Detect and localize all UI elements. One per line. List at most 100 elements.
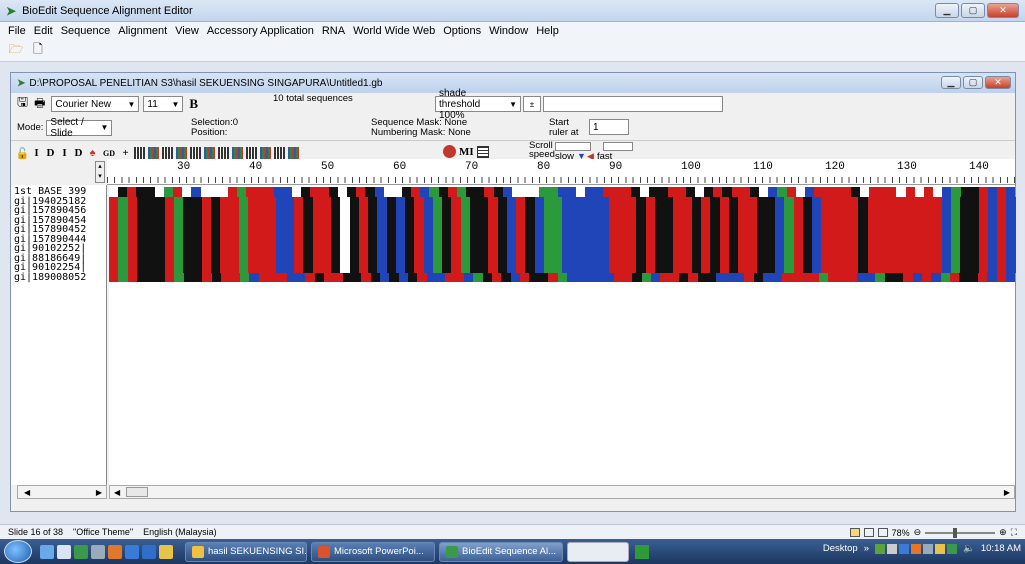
fit-window-icon[interactable]: ⛶ (1011, 527, 1017, 538)
zoom-slider[interactable] (925, 527, 996, 538)
desktop-toolbar-label[interactable]: Desktop (823, 543, 858, 554)
menu-options[interactable]: Options (439, 25, 485, 37)
nero-arrow-icon[interactable] (635, 544, 649, 559)
shade-text-icon[interactable] (274, 146, 285, 160)
menu-edit[interactable]: Edit (30, 25, 57, 37)
sequence-row[interactable] (109, 253, 1016, 263)
shade-blocks-icon[interactable] (204, 146, 215, 160)
shade-pattern-icon[interactable] (288, 146, 299, 160)
doc-maximize-button[interactable]: ▢ (963, 76, 983, 89)
maximize-button[interactable]: ▢ (961, 3, 985, 18)
shade-dots-icon[interactable] (246, 146, 257, 160)
shade-color-icon[interactable] (176, 146, 187, 160)
menu-help[interactable]: Help (532, 25, 563, 37)
scroll-left-icon[interactable]: ◀ (18, 488, 30, 497)
zoom-level[interactable]: 78% (892, 528, 910, 538)
view-sorter-icon[interactable] (863, 528, 874, 537)
tray-expand-icon[interactable]: » (864, 543, 869, 554)
delete-gap-icon[interactable]: D (73, 147, 84, 160)
view-slideshow-icon[interactable] (877, 528, 888, 537)
lock-icon[interactable]: 🔓 (16, 147, 30, 160)
sequence-row[interactable] (109, 263, 1016, 273)
sequence-row[interactable] (109, 244, 1016, 254)
tray-icons[interactable] (875, 543, 958, 554)
menu-view[interactable]: View (171, 25, 203, 37)
grid-icon[interactable] (476, 145, 489, 158)
scroll-thumb[interactable] (126, 487, 149, 497)
desktop-icon[interactable] (40, 544, 54, 559)
menu-rna[interactable]: RNA (318, 25, 349, 37)
scroll-right-icon[interactable]: ▶ (96, 488, 106, 497)
zoom-in-icon[interactable]: ⊕ (999, 527, 1007, 538)
nero-toolbar[interactable] (567, 541, 629, 562)
sequence-row[interactable] (109, 272, 1016, 282)
alignment-panel[interactable] (109, 185, 1016, 485)
task-powerpoint[interactable]: Microsoft PowerPoi... (311, 541, 435, 562)
gd-icon[interactable]: GD (101, 147, 117, 160)
doc-minimize-button[interactable]: ▁ (941, 76, 961, 89)
shade-threshold-select[interactable]: shade threshold 100% ▼ (435, 88, 521, 121)
shade-box-icon[interactable] (134, 146, 145, 160)
open-folder-icon[interactable]: 🗁 (8, 42, 24, 59)
alignment-scrollbar[interactable]: ◀ ▶ (109, 485, 1015, 499)
menu-sequence[interactable]: Sequence (57, 25, 115, 37)
insert-gap-icon[interactable]: I (59, 147, 70, 160)
ruler-stepper[interactable]: ▴ ▾ (95, 161, 105, 183)
shade-threshold-input[interactable] (543, 96, 723, 112)
doc-close-button[interactable]: ✕ (985, 76, 1011, 89)
menu-window[interactable]: Window (485, 25, 532, 37)
font-name-select[interactable]: Courier New ▼ (51, 96, 140, 112)
font-size-select[interactable]: 11 ▼ (143, 96, 184, 112)
start-ruler-input[interactable]: 1 (589, 119, 629, 135)
menu-alignment[interactable]: Alignment (114, 25, 171, 37)
shade-stripes-icon[interactable] (218, 146, 229, 160)
sequence-row[interactable] (109, 187, 1016, 197)
shade-fill-icon[interactable] (260, 146, 271, 160)
scroll-speed-slider[interactable] (555, 142, 591, 151)
menu-file[interactable]: File (4, 25, 30, 37)
minimize-button[interactable]: ▁ (935, 3, 959, 18)
explorer-icon[interactable] (57, 544, 71, 559)
stop-icon[interactable] (443, 145, 456, 158)
clock[interactable]: 10:18 AM (981, 543, 1021, 554)
scroll-speed-slider-2[interactable] (603, 142, 633, 151)
save-icon[interactable]: 🖫 (17, 93, 28, 115)
print-icon[interactable]: 🖶 (34, 94, 45, 115)
scroll-left-icon[interactable]: ◀ (110, 488, 120, 497)
shade-black-icon[interactable] (162, 146, 173, 160)
sequence-row[interactable] (109, 225, 1016, 235)
start-button[interactable] (4, 540, 32, 563)
new-document-icon[interactable]: 🗋 (30, 42, 46, 59)
chrome-icon[interactable] (159, 544, 173, 559)
app-icon[interactable] (91, 544, 105, 559)
task-bioedit[interactable]: BioEdit Sequence Al... (439, 541, 563, 562)
close-button[interactable]: ✕ (987, 3, 1019, 18)
ie-icon[interactable] (142, 544, 156, 559)
names-scrollbar[interactable]: ◀ ▶ (17, 485, 107, 499)
bold-button[interactable]: B (189, 96, 198, 112)
sequence-row[interactable] (109, 215, 1016, 225)
media-icon[interactable] (125, 544, 139, 559)
bioedit-icon[interactable] (74, 544, 88, 559)
sequence-row[interactable] (109, 196, 1016, 206)
scroll-right-icon[interactable]: ▶ (1004, 488, 1014, 497)
firefox-icon[interactable] (108, 544, 122, 559)
delete-icon[interactable]: D (45, 147, 56, 160)
mode-select[interactable]: Select / Slide ▼ (46, 117, 113, 139)
language-status[interactable]: English (Malaysia) (143, 527, 217, 537)
shade-bars-icon[interactable] (190, 146, 201, 160)
shade-grid-icon[interactable] (232, 146, 243, 160)
plus-icon[interactable]: + (120, 147, 131, 160)
sequence-row[interactable] (109, 234, 1016, 244)
insert-icon[interactable]: I (31, 147, 42, 160)
shade-threshold-spinner[interactable]: ± (523, 96, 541, 112)
sequence-name[interactable]: gi|189008052 (14, 272, 106, 283)
ml-icon-group[interactable]: MI (443, 145, 489, 158)
color-icon[interactable]: ♠ (87, 147, 98, 160)
menu-accessory-application[interactable]: Accessory Application (203, 25, 318, 37)
sequence-row[interactable] (109, 206, 1016, 216)
shade-mix-icon[interactable] (148, 146, 159, 160)
volume-icon[interactable]: 🔈 (963, 543, 975, 554)
menu-world-wide-web[interactable]: World Wide Web (349, 25, 439, 37)
task-word[interactable]: hasil SEKUENSING SI... (185, 541, 307, 562)
